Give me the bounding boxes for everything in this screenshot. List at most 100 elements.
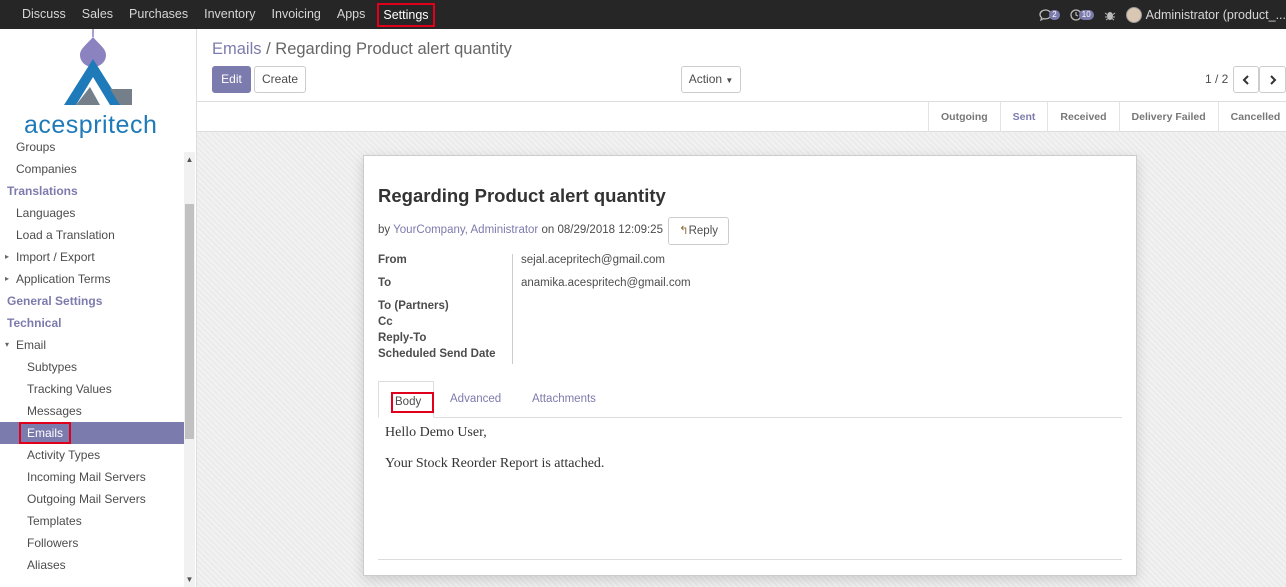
stage-delivery-failed[interactable]: Delivery Failed bbox=[1118, 102, 1218, 132]
chat-count-badge: 2 bbox=[1049, 9, 1060, 20]
action-dropdown[interactable]: Action ▼ bbox=[681, 66, 741, 93]
sidebar-item-label: Templates bbox=[27, 514, 82, 528]
field-value-to: anamika.acespritech@gmail.com bbox=[521, 277, 691, 289]
field-value-from: sejal.acepritech@gmail.com bbox=[521, 254, 665, 266]
sidebar-item-import-export[interactable]: ▸ Import / Export bbox=[0, 246, 184, 268]
sidebar-item-subtypes[interactable]: Subtypes bbox=[0, 356, 184, 378]
sidebar-item-label: Emails bbox=[19, 422, 72, 444]
action-label: Action bbox=[688, 72, 723, 86]
control-panel: Emails / Regarding Product alert quantit… bbox=[197, 29, 1286, 102]
field-separator bbox=[512, 254, 513, 364]
byline-by: by bbox=[378, 224, 391, 236]
sidebar-item-application-terms[interactable]: ▸ Application Terms bbox=[0, 268, 184, 290]
author-link[interactable]: YourCompany, Administrator bbox=[393, 224, 538, 236]
sidebar-item-translations[interactable]: Translations bbox=[0, 180, 184, 202]
sidebar-item-aliases[interactable]: Aliases bbox=[0, 554, 184, 576]
menu-purchases[interactable]: Purchases bbox=[121, 0, 196, 29]
bug-icon[interactable] bbox=[1104, 9, 1116, 21]
brand-name: acespritech bbox=[24, 111, 158, 139]
stage-sent[interactable]: Sent bbox=[999, 102, 1048, 132]
systray: 2 10 Administrator (product_... bbox=[1039, 0, 1286, 29]
notebook-tabs: Body Advanced Attachments bbox=[378, 381, 1122, 418]
sidebar-item-label: Tracking Values bbox=[27, 382, 112, 396]
sidebar-item-followers[interactable]: Followers bbox=[0, 532, 184, 554]
field-label-to: To bbox=[378, 277, 392, 289]
menu-sales[interactable]: Sales bbox=[74, 0, 121, 29]
sidebar-item-label: Languages bbox=[16, 206, 76, 220]
user-menu[interactable]: Administrator (product_... bbox=[1125, 6, 1286, 23]
user-name: Administrator (product_... bbox=[1145, 7, 1286, 22]
sidebar-item-label: Activity Types bbox=[27, 448, 101, 462]
sidebar-scrollbar[interactable]: ▲ ▼ bbox=[184, 152, 195, 587]
breadcrumb-separator: / bbox=[261, 40, 276, 58]
company-logo: acespritech bbox=[0, 29, 196, 141]
sidebar-item-languages[interactable]: Languages bbox=[0, 202, 184, 224]
create-button[interactable]: Create bbox=[254, 66, 306, 93]
sidebar-item-incoming-mail-servers[interactable]: Incoming Mail Servers bbox=[0, 466, 184, 488]
field-label-from: From bbox=[378, 254, 407, 266]
sidebar-item-email[interactable]: ▾ Email bbox=[0, 334, 184, 356]
sidebar-item-general-settings[interactable]: General Settings bbox=[0, 290, 184, 312]
sidebar-item-outgoing-mail-servers[interactable]: Outgoing Mail Servers bbox=[0, 488, 184, 510]
scroll-down-icon[interactable]: ▼ bbox=[184, 574, 195, 585]
reply-label: Reply bbox=[688, 225, 719, 237]
edit-button[interactable]: Edit bbox=[212, 66, 251, 93]
pager-value[interactable]: 1 / 2 bbox=[1205, 72, 1228, 86]
sidebar-item-emails[interactable]: Emails bbox=[0, 422, 184, 444]
divider bbox=[378, 559, 1122, 560]
scroll-thumb[interactable] bbox=[185, 204, 194, 439]
field-label-to-partners-: To (Partners) bbox=[378, 300, 449, 312]
menu-discuss[interactable]: Discuss bbox=[14, 0, 74, 29]
sidebar-item-load-a-translation[interactable]: Load a Translation bbox=[0, 224, 184, 246]
tab-attachments[interactable]: Attachments bbox=[532, 393, 596, 405]
sidebar-item-companies[interactable]: Companies bbox=[0, 158, 184, 180]
chat-icon[interactable]: 2 bbox=[1039, 8, 1060, 21]
sidebar-item-label: Email bbox=[16, 338, 47, 352]
sidebar-item-label: Import / Export bbox=[16, 250, 95, 264]
chevron-right-icon bbox=[1269, 75, 1276, 85]
sidebar: Groups Companies Translations Languages Load… bbox=[0, 29, 197, 587]
menu-settings[interactable]: Settings bbox=[377, 2, 435, 27]
sidebar-item-label: Messages bbox=[27, 404, 82, 418]
tab-advanced[interactable]: Advanced bbox=[450, 393, 501, 405]
sidebar-item-label: Companies bbox=[16, 162, 77, 176]
pager-next-button[interactable] bbox=[1259, 66, 1286, 93]
menu-inventory[interactable]: Inventory bbox=[196, 0, 263, 29]
tab-body[interactable]: Body bbox=[378, 381, 435, 418]
sidebar-item-label: Followers bbox=[27, 536, 79, 550]
app-menu: Discuss Sales Purchases Inventory Invoicing A… bbox=[0, 0, 435, 29]
email-subject: Regarding Product alert quantity bbox=[378, 185, 666, 206]
sidebar-item-label: Translations bbox=[7, 184, 78, 198]
stage-cancelled[interactable]: Cancelled bbox=[1217, 102, 1286, 132]
field-label-scheduled-send-date: Scheduled Send Date bbox=[378, 348, 496, 360]
email-form-sheet: Regarding Product alert quantity by Your… bbox=[363, 155, 1137, 576]
sidebar-item-templates[interactable]: Templates bbox=[0, 510, 184, 532]
menu-apps[interactable]: Apps bbox=[329, 0, 374, 29]
email-byline: by YourCompany, Administrator on 08/29/2… bbox=[378, 224, 663, 236]
sidebar-item-label: Load a Translation bbox=[16, 228, 115, 242]
breadcrumb: Emails / Regarding Product alert quantit… bbox=[212, 40, 512, 59]
caret-right-icon: ▸ bbox=[5, 274, 10, 283]
menu-invoicing[interactable]: Invoicing bbox=[264, 0, 329, 29]
stage-received[interactable]: Received bbox=[1047, 102, 1118, 132]
sidebar-item-label: Outgoing Mail Servers bbox=[27, 492, 146, 506]
avatar bbox=[1125, 6, 1142, 23]
sidebar-item-messages[interactable]: Messages bbox=[0, 400, 184, 422]
sidebar-item-label: Aliases bbox=[27, 558, 66, 572]
byline-date: on 08/29/2018 12:09:25 bbox=[541, 224, 663, 236]
reply-button[interactable]: ↰Reply bbox=[668, 217, 729, 245]
pager-previous-button[interactable] bbox=[1233, 66, 1259, 93]
sidebar-item-tracking-values[interactable]: Tracking Values bbox=[0, 378, 184, 400]
breadcrumb-emails-link[interactable]: Emails bbox=[212, 40, 262, 58]
scroll-up-icon[interactable]: ▲ bbox=[184, 154, 195, 165]
sidebar-item-technical[interactable]: Technical bbox=[0, 312, 184, 334]
sidebar-item-label: Groups bbox=[16, 140, 56, 154]
sidebar-item-label: Technical bbox=[7, 316, 62, 330]
reply-icon: ↰ bbox=[678, 225, 689, 237]
stage-outgoing[interactable]: Outgoing bbox=[928, 102, 1000, 132]
activity-count-badge: 10 bbox=[1078, 9, 1094, 20]
sidebar-item-activity-types[interactable]: Activity Types bbox=[0, 444, 184, 466]
activity-icon[interactable]: 10 bbox=[1070, 8, 1094, 21]
caret-down-icon: ▼ bbox=[725, 76, 734, 85]
chevron-left-icon bbox=[1242, 75, 1249, 85]
